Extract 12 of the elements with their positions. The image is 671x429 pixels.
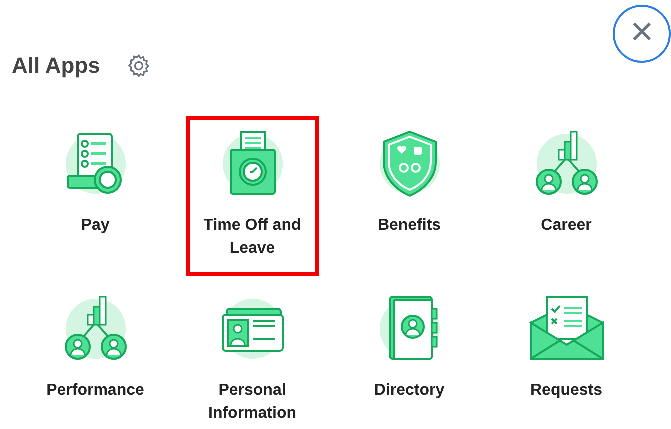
app-label: Requests: [530, 381, 603, 401]
app-tile[interactable]: Time Off and Leave: [186, 116, 319, 276]
app-label: Benefits: [378, 216, 442, 236]
close-button[interactable]: ×: [613, 5, 671, 63]
app-label: Performance: [46, 381, 144, 401]
settings-icon[interactable]: [126, 53, 152, 79]
page-title: All Apps: [12, 53, 100, 79]
app-label: Career: [541, 216, 592, 236]
app-label: Time Off and Leave: [202, 216, 302, 259]
app-label: Pay: [81, 216, 110, 236]
app-label: Directory: [374, 381, 445, 401]
app-label: Personal Information: [208, 381, 298, 424]
